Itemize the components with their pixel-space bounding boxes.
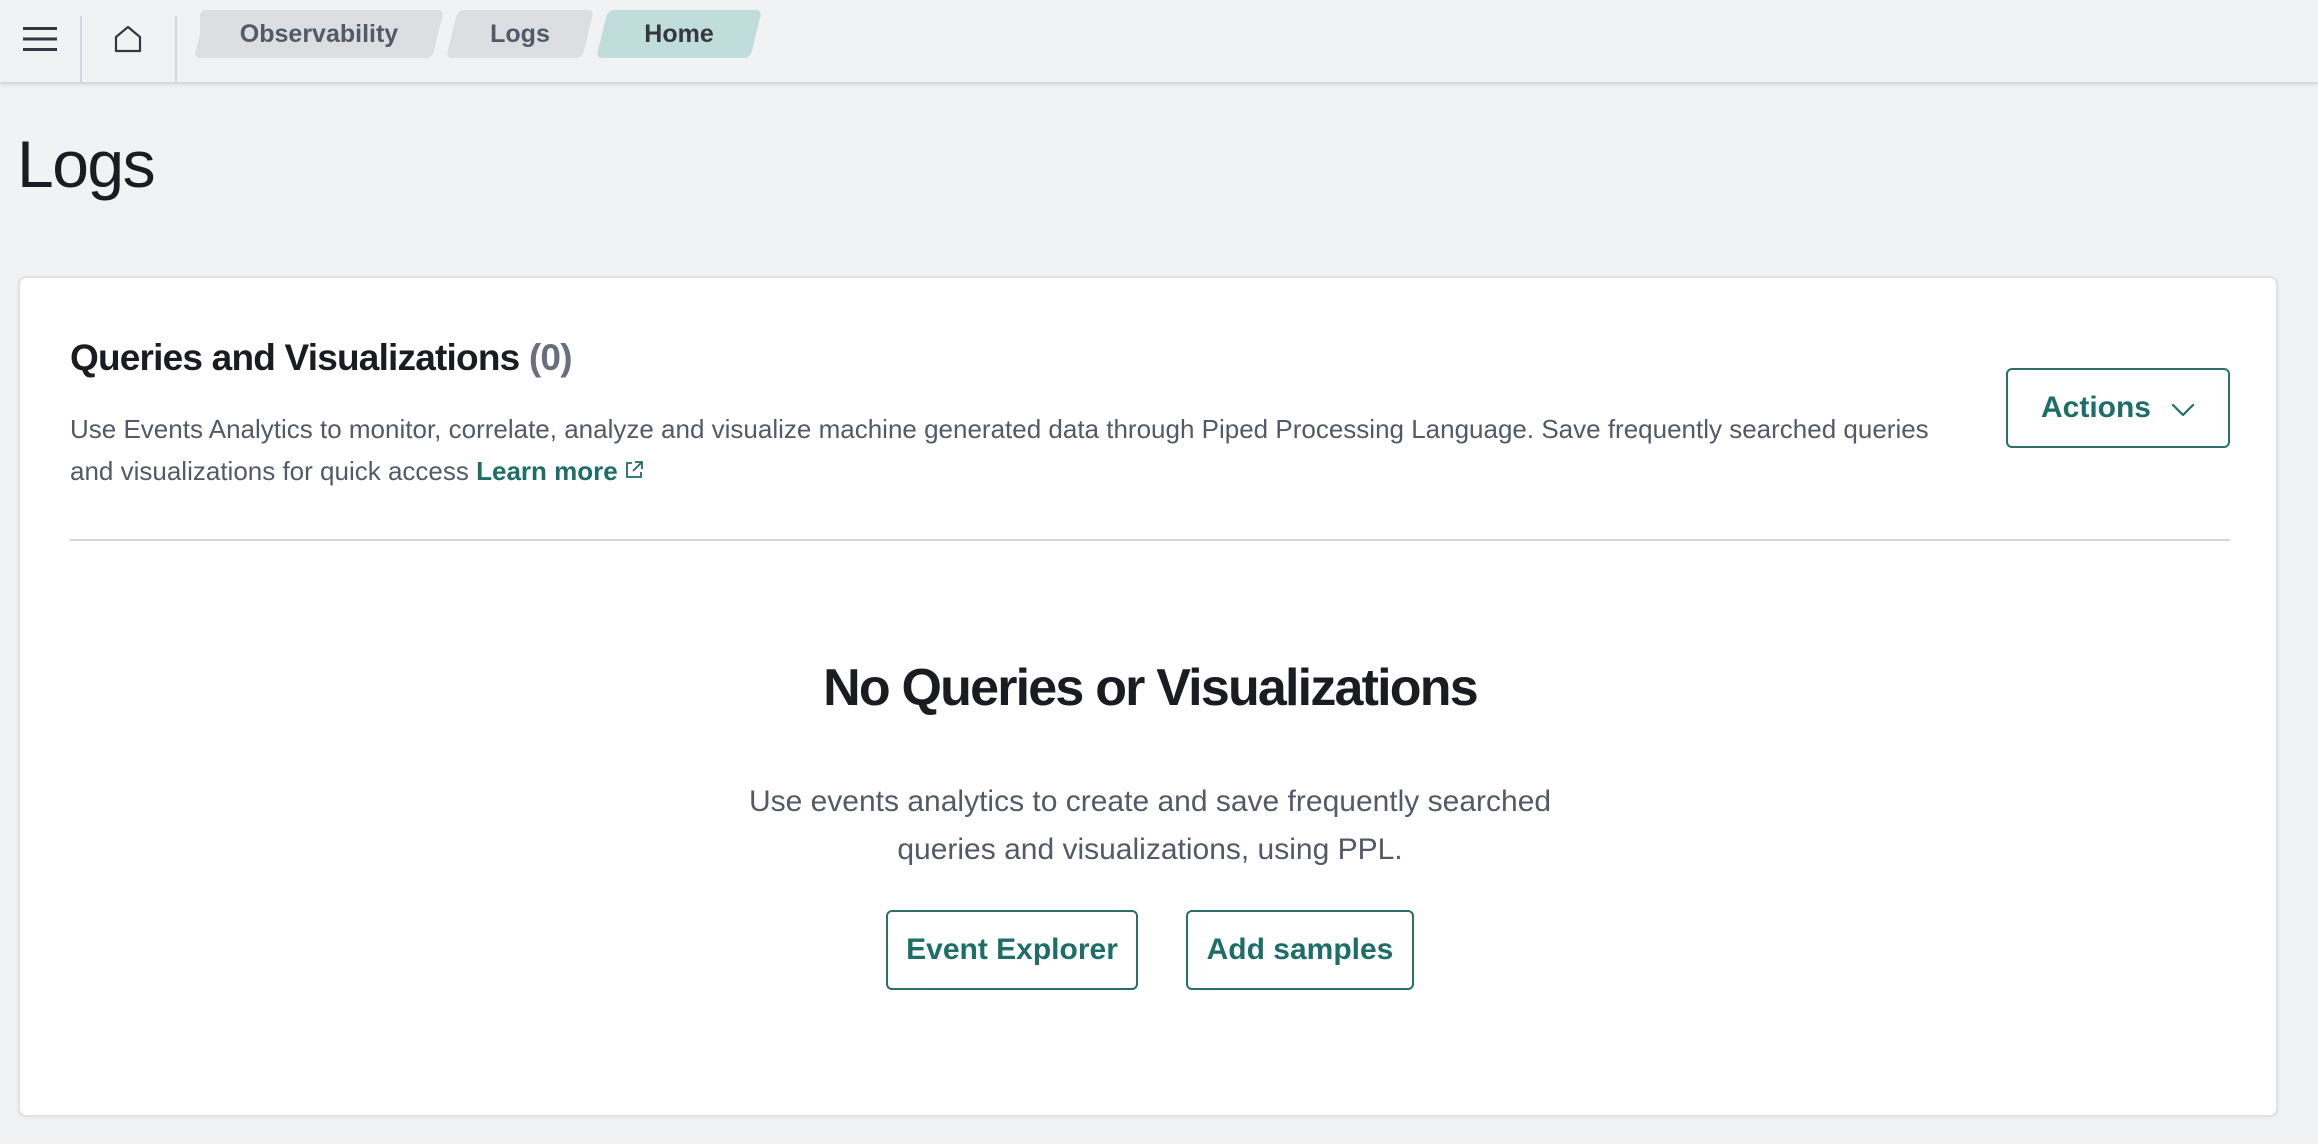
panel-description-text: Use Events Analytics to monitor, correla… [70, 414, 1929, 486]
empty-state-description: Use events analytics to create and save … [748, 785, 1552, 866]
event-explorer-button[interactable]: Event Explorer [886, 910, 1138, 990]
learn-more-link[interactable]: Learn more [476, 456, 644, 486]
empty-state-title: No Queries or Visualizations [823, 659, 1479, 717]
panel-title-text: Queries and Visualizations [70, 337, 520, 378]
panel-count: (0) [528, 337, 573, 378]
breadcrumb: Observability Logs Home [200, 10, 770, 58]
actions-label: Actions [2040, 391, 2151, 424]
panel-description: Use Events Analytics to monitor, correla… [70, 408, 1970, 492]
home-icon [113, 24, 143, 59]
external-link-icon [624, 450, 644, 492]
add-samples-button[interactable]: Add samples [1186, 910, 1414, 990]
breadcrumb-observability[interactable]: Observability [200, 10, 438, 58]
chevron-down-icon [2171, 391, 2195, 425]
breadcrumb-label: Home [644, 19, 714, 48]
breadcrumb-home: Home [602, 10, 756, 58]
breadcrumb-label: Observability [239, 19, 399, 48]
learn-more-label: Learn more [476, 456, 618, 486]
hamburger-menu-icon [23, 25, 57, 58]
home-button[interactable] [82, 0, 174, 82]
add-samples-label: Add samples [1206, 933, 1394, 966]
event-explorer-label: Event Explorer [906, 933, 1118, 966]
panel-divider [70, 539, 2230, 541]
breadcrumb-logs[interactable]: Logs [452, 10, 588, 58]
actions-button[interactable]: Actions [2006, 368, 2230, 448]
panel-title: Queries and Visualizations (0) [70, 334, 573, 382]
queries-panel: Queries and Visualizations (0) Use Event… [18, 276, 2278, 1117]
header-divider [175, 16, 177, 82]
top-header: Observability Logs Home [0, 0, 2318, 84]
page-title: Logs [17, 127, 156, 201]
breadcrumb-label: Logs [490, 19, 550, 48]
menu-button[interactable] [0, 0, 80, 82]
